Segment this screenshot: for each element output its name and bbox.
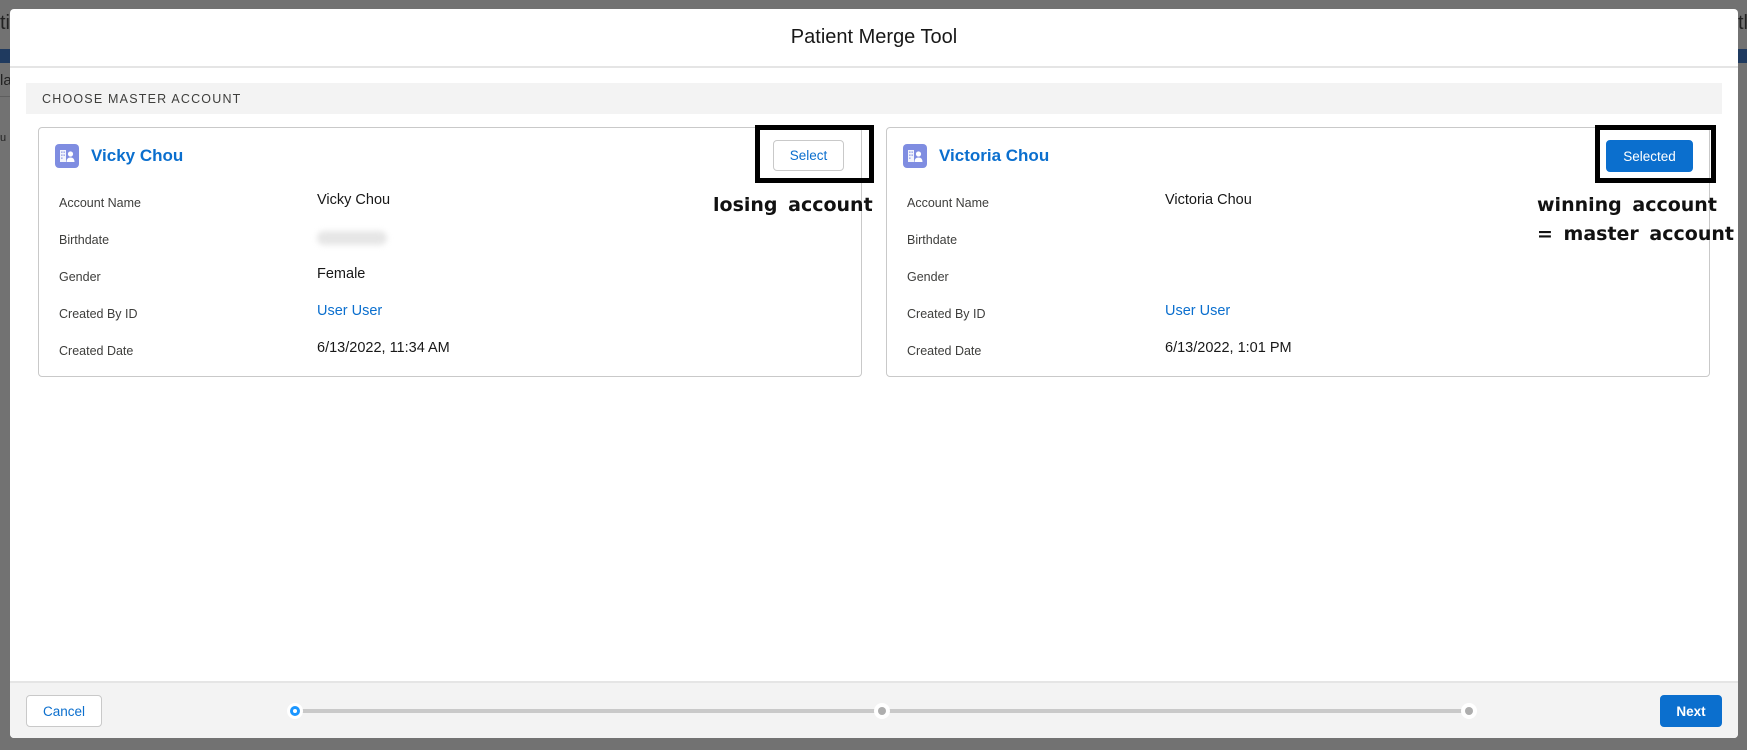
field-row: Created Date 6/13/2022, 11:34 AM — [59, 338, 839, 375]
created-by-link[interactable]: User User — [317, 303, 382, 319]
cancel-button[interactable]: Cancel — [26, 695, 102, 727]
background-page-text: tl — [1738, 12, 1747, 34]
background-page-text: u — [0, 132, 7, 144]
field-value: 6/13/2022, 11:34 AM — [317, 340, 450, 356]
progress-indicator — [287, 703, 1477, 719]
background-divider — [0, 96, 10, 97]
modal-footer: Cancel Next — [10, 681, 1738, 738]
annotation-box-winning — [1595, 125, 1716, 183]
field-label: Gender — [907, 270, 949, 284]
card-header: Victoria Chou — [903, 144, 1049, 168]
account-icon — [903, 144, 927, 168]
field-value: Female — [317, 266, 366, 282]
progress-step-1[interactable] — [287, 703, 303, 719]
field-row: Gender — [907, 264, 1687, 301]
account-name-link[interactable]: Vicky Chou — [91, 146, 183, 166]
patient-merge-modal: Patient Merge Tool CHOOSE MASTER ACCOUNT… — [10, 9, 1738, 738]
background-nav-band — [1738, 49, 1747, 63]
progress-step-marker — [290, 706, 300, 716]
annotation-label-master: = master account — [1537, 223, 1734, 245]
created-by-link[interactable]: User User — [1165, 303, 1230, 319]
account-card-winning: Victoria Chou Selected Account Name Vict… — [886, 127, 1710, 377]
account-name-link[interactable]: Victoria Chou — [939, 146, 1049, 166]
field-value: 6/13/2022, 1:01 PM — [1165, 340, 1292, 356]
field-row: Created Date 6/13/2022, 1:01 PM — [907, 338, 1687, 375]
background-nav-band — [0, 49, 10, 63]
field-row: Gender Female — [59, 264, 839, 301]
field-row: Created By ID User User — [907, 301, 1687, 338]
account-icon — [55, 144, 79, 168]
field-value: Victoria Chou — [1165, 192, 1252, 208]
next-button[interactable]: Next — [1660, 695, 1722, 727]
card-header: Vicky Chou — [55, 144, 183, 168]
modal-header: Patient Merge Tool — [10, 9, 1738, 68]
modal-title: Patient Merge Tool — [790, 26, 958, 48]
field-label: Birthdate — [907, 233, 958, 247]
annotation-label-losing: losing account — [713, 194, 873, 216]
background-page-text: ti — [0, 12, 10, 34]
progress-step-marker — [1465, 707, 1473, 715]
field-label: Account Name — [59, 196, 141, 210]
section-header: CHOOSE MASTER ACCOUNT — [26, 83, 1722, 114]
field-row: Birthdate — [59, 227, 839, 264]
progress-step-2[interactable] — [874, 703, 890, 719]
field-label: Created Date — [907, 344, 982, 358]
field-label: Gender — [59, 270, 101, 284]
field-label: Account Name — [907, 196, 989, 210]
progress-step-marker — [878, 707, 886, 715]
field-label: Created By ID — [59, 307, 138, 321]
section-title: CHOOSE MASTER ACCOUNT — [42, 91, 242, 106]
field-label: Created Date — [59, 344, 134, 358]
annotation-box-losing — [755, 125, 874, 183]
field-value: Vicky Chou — [317, 192, 391, 208]
annotation-label-winning: winning account — [1537, 194, 1717, 216]
progress-step-3[interactable] — [1461, 703, 1477, 719]
field-row: Created By ID User User — [59, 301, 839, 338]
field-label: Birthdate — [59, 233, 110, 247]
field-label: Created By ID — [907, 307, 986, 321]
account-card-losing: Vicky Chou Select Account Name Vicky Cho… — [38, 127, 862, 377]
blurred-birthdate-value — [317, 231, 387, 245]
